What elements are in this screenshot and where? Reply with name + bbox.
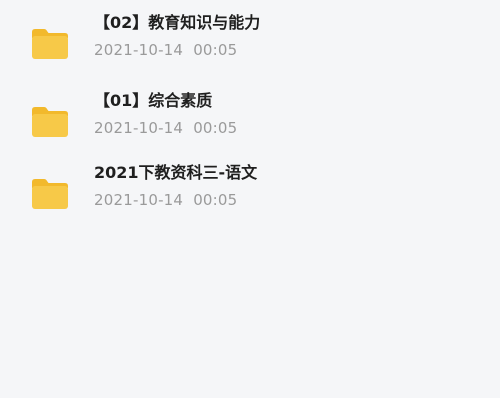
date-text: 2021-10-14 [94, 41, 184, 59]
folder-modified-date: 2021-10-14 00:05 [94, 190, 237, 210]
folder-item-02-education[interactable]: 【02】教育知识与能力 2021-10-14 00:05 [0, 12, 500, 76]
folder-name: 2021下教资科三-语文 [94, 163, 258, 182]
folder-item-01-comprehensive[interactable]: 【01】综合素质 2021-10-14 00:05 [0, 90, 500, 154]
time-text: 00:05 [193, 191, 238, 209]
folder-icon [30, 104, 70, 140]
time-text: 00:05 [193, 119, 238, 137]
time-text: 00:05 [193, 41, 238, 59]
folder-icon [30, 26, 70, 62]
folder-modified-date: 2021-10-14 00:05 [94, 40, 237, 60]
folder-modified-date: 2021-10-14 00:05 [94, 118, 237, 138]
date-text: 2021-10-14 [94, 191, 184, 209]
folder-name: 【01】综合素质 [94, 91, 213, 110]
date-text: 2021-10-14 [94, 119, 184, 137]
folder-name: 【02】教育知识与能力 [94, 13, 261, 32]
folder-item-2021-chinese[interactable]: 2021下教资科三-语文 2021-10-14 00:05 [0, 162, 500, 226]
folder-icon [30, 176, 70, 212]
